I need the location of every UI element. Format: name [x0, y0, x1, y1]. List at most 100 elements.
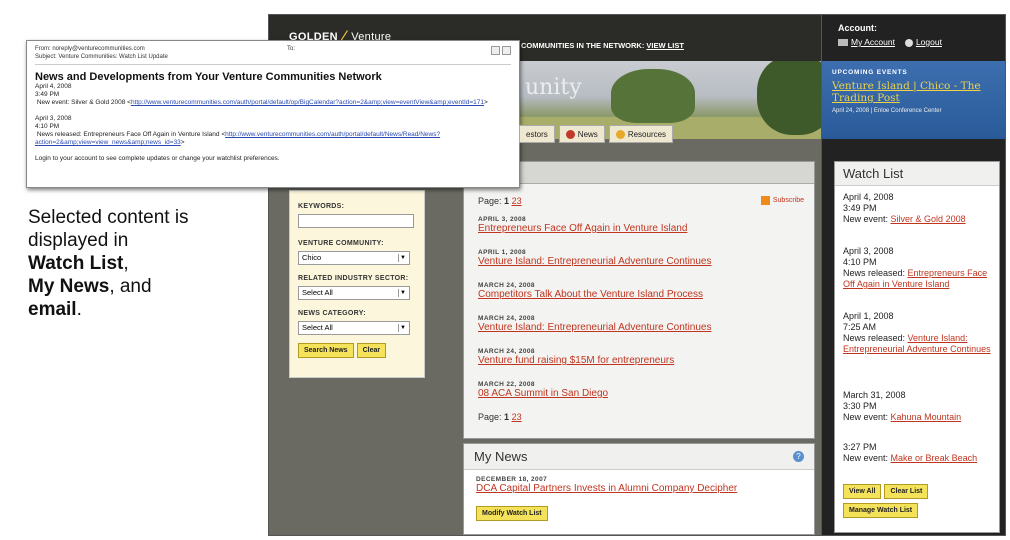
- watch-time: 3:49 PM: [843, 203, 877, 213]
- email-icons: [491, 46, 511, 55]
- keywords-label: KEYWORDS:: [298, 203, 345, 210]
- news-icon: [565, 129, 575, 139]
- manage-watch-list-button[interactable]: Manage Watch List: [843, 503, 919, 518]
- keywords-input[interactable]: [298, 214, 414, 228]
- chevron-down-icon: ▼: [398, 289, 407, 297]
- watch-link[interactable]: Make or Break Beach: [891, 453, 978, 463]
- watch-item: March 31, 2008 3:30 PM New event: Kahuna M…: [843, 390, 993, 423]
- view-list-link[interactable]: VIEW LIST: [646, 41, 684, 50]
- watch-time: 7:25 AM: [843, 322, 877, 332]
- my-news-panel: My News? DECEMBER 18, 2007 DCA Capital P…: [463, 443, 815, 535]
- power-icon: [904, 38, 913, 47]
- email-time: 3:49 PM: [35, 91, 60, 98]
- tab-investors[interactable]: estors: [519, 125, 555, 143]
- watch-link[interactable]: Kahuna Mountain: [891, 412, 962, 422]
- news-date: MARCH 24, 2008: [478, 282, 535, 289]
- watch-item: April 4, 2008 3:49 PM New event: Silver & …: [843, 192, 993, 225]
- email-date: April 3, 2008: [35, 115, 72, 122]
- tab-label: estors: [526, 129, 548, 139]
- watch-prefix: News released:: [843, 333, 906, 343]
- account-box: Account: My Account Logout: [838, 23, 942, 47]
- tab-label: News: [577, 129, 598, 139]
- email-text: New event: Silver & Gold 2008 <: [36, 99, 131, 106]
- email-entry: News released: Entrepreneurs Face Off Ag…: [35, 131, 511, 147]
- page-current: 1: [504, 412, 510, 422]
- my-account-link[interactable]: My Account: [838, 37, 895, 47]
- watch-date: April 4, 2008: [843, 192, 894, 202]
- watch-link[interactable]: Silver & Gold 2008: [891, 214, 966, 224]
- news-link[interactable]: Venture Island: Entrepreneurial Adventur…: [478, 322, 808, 333]
- watch-time: 3:27 PM: [843, 442, 877, 452]
- logout-link[interactable]: Logout: [904, 37, 942, 47]
- watch-item: April 1, 2008 7:25 AM News released: Ventu…: [843, 311, 993, 355]
- sector-select[interactable]: Select All ▼: [298, 286, 410, 300]
- news-link[interactable]: Entrepreneurs Face Off Again in Venture …: [478, 223, 808, 234]
- tab-label: Resources: [627, 129, 667, 139]
- tab-resources[interactable]: Resources: [608, 125, 674, 143]
- search-news-button[interactable]: Search News: [298, 343, 354, 358]
- clear-button[interactable]: Clear: [356, 343, 387, 358]
- email-heading: News and Developments from Your Venture …: [35, 71, 382, 83]
- email-entry: New event: Silver & Gold 2008 <http://ww…: [35, 99, 511, 107]
- modify-watch-list-button[interactable]: Modify Watch List: [476, 506, 548, 521]
- watch-item: April 3, 2008 4:10 PM News released: Entre…: [843, 246, 993, 290]
- category-label: NEWS CATEGORY:: [298, 310, 366, 317]
- my-account-label[interactable]: My Account: [851, 37, 895, 47]
- help-icon[interactable]: ?: [793, 451, 804, 462]
- subscribe-link[interactable]: Subscribe: [760, 196, 804, 205]
- select-value: Select All: [302, 323, 333, 332]
- watch-item: 3:27 PM New event: Make or Break Beach: [843, 442, 993, 464]
- right-column: Account: My Account Logout UPCOMING EVEN…: [821, 15, 1005, 535]
- select-value: Select All: [302, 288, 333, 297]
- news-date: DECEMBER 18, 2007: [476, 476, 548, 483]
- caption-email: email: [28, 299, 77, 320]
- news-link[interactable]: 08 ACA Summit in San Diego: [478, 388, 808, 399]
- clear-list-button[interactable]: Clear List: [884, 484, 929, 499]
- network-text: COMMUNITIES IN THE NETWORK:: [521, 41, 645, 50]
- event-link[interactable]: Venture Island | Chico - The Trading Pos…: [832, 80, 998, 104]
- email-window: From: noreply@venturecommunities.com Sub…: [26, 40, 520, 188]
- view-all-button[interactable]: View All: [843, 484, 882, 499]
- news-item: MARCH 22, 2008 08 ACA Summit in San Diego: [478, 381, 808, 399]
- watch-prefix: News released:: [843, 268, 906, 278]
- network-line: COMMUNITIES IN THE NETWORK: VIEW LIST: [521, 41, 684, 50]
- subscribe-label: Subscribe: [772, 197, 804, 204]
- banner-word: unity: [525, 75, 582, 100]
- category-select[interactable]: Select All ▼: [298, 321, 410, 335]
- community-label: VENTURE COMMUNITY:: [298, 240, 384, 247]
- email-url[interactable]: http://www.venturecommunities.com/auth/p…: [131, 99, 484, 106]
- news-item: MARCH 24, 2008 Competitors Talk About the…: [478, 282, 808, 300]
- news-link[interactable]: DCA Capital Partners Invests in Alumni C…: [476, 483, 737, 494]
- logout-label[interactable]: Logout: [916, 37, 942, 47]
- community-select[interactable]: Chico ▼: [298, 251, 410, 265]
- news-date: MARCH 24, 2008: [478, 315, 535, 322]
- email-footer: Login to your account to see complete up…: [35, 155, 280, 162]
- window-icon[interactable]: [491, 46, 500, 55]
- email-text: >: [484, 99, 488, 106]
- tree-graphic: [757, 61, 821, 135]
- watch-date: April 1, 2008: [843, 311, 894, 321]
- caption: Selected content is displayed in Watch L…: [28, 206, 258, 321]
- caption-text: .: [76, 299, 82, 320]
- select-value: Chico: [302, 253, 322, 262]
- caption-watch: Watch List: [28, 253, 124, 274]
- page-link[interactable]: 3: [517, 412, 522, 422]
- nav-tabs: estors News Resources: [519, 125, 677, 143]
- caption-text: ,: [123, 253, 129, 274]
- pager-top: Page: 1 23: [478, 196, 522, 206]
- tab-news[interactable]: News: [558, 125, 605, 143]
- my-news-header: My News?: [464, 444, 814, 470]
- page-link[interactable]: 3: [517, 196, 522, 206]
- caption-mynews: My News: [28, 276, 110, 297]
- email-header: From: noreply@venturecommunities.com Sub…: [35, 45, 511, 65]
- watch-list-title: Watch List: [835, 162, 999, 186]
- watch-buttons: View All Clear List Manage Watch List: [843, 480, 931, 518]
- watch-prefix: New event:: [843, 214, 889, 224]
- upcoming-events: UPCOMING EVENTS Venture Island | Chico -…: [822, 61, 1005, 139]
- news-link[interactable]: Competitors Talk About the Venture Islan…: [478, 289, 808, 300]
- pin-icon[interactable]: [502, 46, 511, 55]
- news-link[interactable]: Venture Island: Entrepreneurial Adventur…: [478, 256, 808, 267]
- tree-graphic: [611, 69, 695, 123]
- pager-bottom: Page: 1 23: [478, 412, 522, 422]
- news-link[interactable]: Venture fund raising $15M for entreprene…: [478, 355, 808, 366]
